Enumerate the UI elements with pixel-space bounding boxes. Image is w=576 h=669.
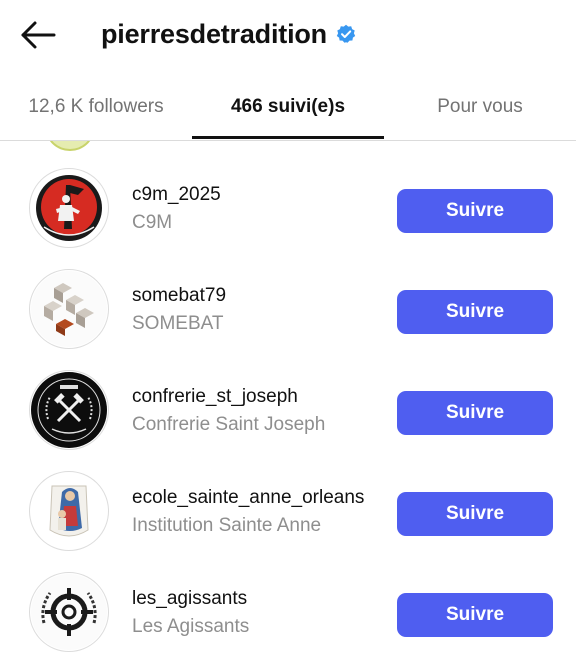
account-username[interactable]: somebat79 — [132, 285, 226, 307]
account-name: C9M — [132, 212, 173, 233]
list-item[interactable]: confrerie_st_joseph Confrerie Saint Jose… — [0, 359, 576, 459]
avatar[interactable] — [29, 269, 109, 349]
active-tab-indicator — [192, 136, 384, 139]
profile-title: pierresdetradition — [101, 14, 356, 54]
list-item[interactable]: ecole_sainte_anne_orleans Institution Sa… — [0, 460, 576, 560]
account-name: Confrerie Saint Joseph — [132, 414, 326, 435]
profile-username: pierresdetradition — [101, 18, 327, 49]
account-name: Les Agissants — [132, 616, 250, 637]
account-username[interactable]: c9m_2025 — [132, 184, 221, 206]
following-list[interactable]: c9m_2025 C9M Suivre somebat79 SOMEBAT Su… — [0, 141, 576, 669]
comite-logo-icon — [31, 170, 107, 246]
account-name: SOMEBAT — [132, 313, 224, 334]
arrow-left-icon — [21, 21, 56, 49]
account-name: Institution Sainte Anne — [132, 515, 322, 536]
back-button[interactable] — [18, 17, 58, 53]
tab-following[interactable]: 466 suivi(e)s — [192, 80, 384, 138]
list-item[interactable]: somebat79 SOMEBAT Suivre — [0, 258, 576, 358]
tab-bar: 12,6 K followers 466 suivi(e)s Pour vous — [0, 80, 576, 141]
follow-button[interactable]: Suivre — [397, 492, 553, 536]
tab-for-you[interactable]: Pour vous — [384, 80, 576, 138]
list-item[interactable]: les_agissants Les Agissants Suivre — [0, 561, 576, 661]
agissants-logo-icon — [31, 574, 107, 650]
account-username[interactable]: les_agissants — [132, 588, 247, 610]
account-username[interactable]: confrerie_st_joseph — [132, 386, 298, 408]
avatar[interactable] — [46, 141, 94, 151]
follow-button[interactable]: Suivre — [397, 189, 553, 233]
follow-button[interactable]: Suivre — [397, 290, 553, 334]
avatar[interactable] — [29, 572, 109, 652]
verified-badge-icon — [336, 24, 356, 43]
account-username[interactable]: ecole_sainte_anne_orleans — [132, 487, 364, 509]
somebat-logo-icon — [31, 271, 107, 347]
follow-button[interactable]: Suivre — [397, 391, 553, 435]
follow-button[interactable]: Suivre — [397, 593, 553, 637]
sainte-anne-logo-icon — [31, 473, 107, 549]
avatar[interactable] — [29, 370, 109, 450]
avatar[interactable] — [29, 471, 109, 551]
top-bar: pierresdetradition — [0, 0, 576, 66]
avatar[interactable] — [29, 168, 109, 248]
confrerie-logo-icon — [31, 372, 107, 448]
list-item[interactable]: c9m_2025 C9M Suivre — [0, 157, 576, 257]
tab-followers[interactable]: 12,6 K followers — [0, 80, 192, 138]
